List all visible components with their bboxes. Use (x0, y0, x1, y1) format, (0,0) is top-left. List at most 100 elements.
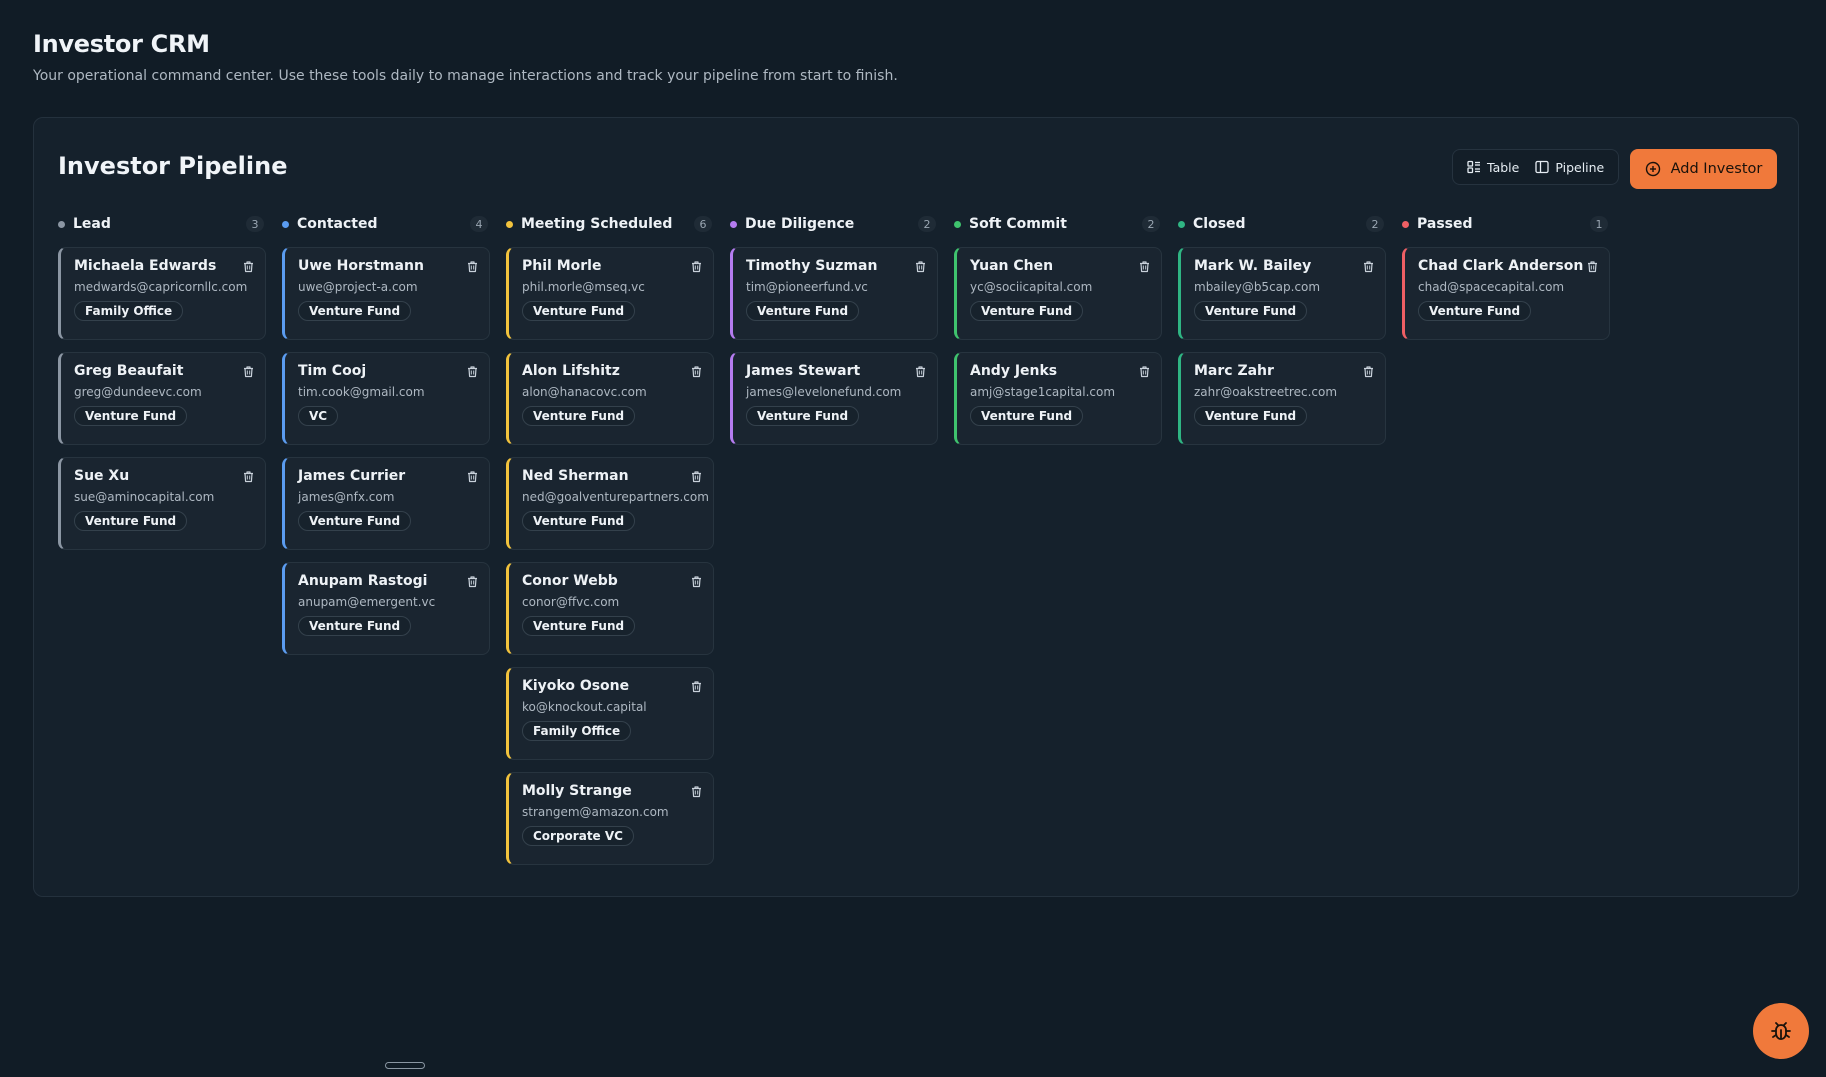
trash-icon[interactable] (690, 680, 703, 693)
investor-email: tim.cook@gmail.com (298, 385, 425, 399)
trash-icon[interactable] (1138, 365, 1151, 378)
investor-card[interactable]: Ned Sherman ned@goalventurepartners.com Ve… (506, 457, 714, 550)
pipeline-view-button[interactable]: Pipeline (1527, 160, 1612, 175)
column-count: 4 (470, 216, 488, 232)
view-toggle: Table Pipeline (1452, 149, 1620, 185)
investor-name: Michaela Edwards (74, 258, 217, 274)
pipeline-panel: Investor Pipeline Table Pipeline Add Inv… (33, 117, 1799, 897)
trash-icon[interactable] (242, 365, 255, 378)
add-investor-button[interactable]: Add Investor (1630, 149, 1777, 189)
investor-card[interactable]: Sue Xu sue@aminocapital.com Venture Fund (58, 457, 266, 550)
investor-name: Anupam Rastogi (298, 573, 428, 589)
trash-icon[interactable] (690, 575, 703, 588)
investor-card[interactable]: Andy Jenks amj@stage1capital.com Venture F… (954, 352, 1162, 445)
trash-icon[interactable] (690, 365, 703, 378)
trash-icon[interactable] (914, 365, 927, 378)
trash-icon[interactable] (690, 470, 703, 483)
scroll-handle[interactable] (385, 1062, 425, 1069)
investor-card[interactable]: Tim Cooj tim.cook@gmail.com VC (282, 352, 490, 445)
investor-card[interactable]: Conor Webb conor@ffvc.com Venture Fund (506, 562, 714, 655)
investor-type-tag: Venture Fund (298, 616, 412, 636)
column-header: Lead 3 (58, 213, 266, 235)
investor-type-tag: Venture Fund (522, 301, 636, 321)
investor-email: amj@stage1capital.com (970, 385, 1116, 399)
investor-name: Yuan Chen (970, 258, 1054, 274)
investor-type-tag: Venture Fund (522, 616, 636, 636)
investor-card[interactable]: Alon Lifshitz alon@hanacovc.com Venture Fu… (506, 352, 714, 445)
trash-icon[interactable] (242, 470, 255, 483)
column-title: Meeting Scheduled (521, 216, 673, 232)
page-title: Investor CRM (33, 30, 210, 58)
investor-email: james@nfx.com (298, 490, 395, 504)
investor-type-tag: Venture Fund (522, 406, 636, 426)
column-title: Lead (73, 216, 111, 232)
trash-icon[interactable] (466, 575, 479, 588)
pipeline-column-contacted: Contacted 4 Uwe Horstmann uwe@project-a.com… (282, 213, 490, 877)
investor-type-tag: Venture Fund (74, 406, 188, 426)
investor-type-tag: Venture Fund (970, 406, 1084, 426)
table-icon (1467, 160, 1480, 174)
trash-icon[interactable] (466, 260, 479, 273)
trash-icon[interactable] (242, 260, 255, 273)
trash-icon[interactable] (914, 260, 927, 273)
investor-type-tag: Venture Fund (298, 511, 412, 531)
stage-dot (506, 220, 513, 228)
investor-type-tag: Venture Fund (1418, 301, 1532, 321)
debug-fab-button[interactable] (1753, 1003, 1809, 1059)
page-header: Investor CRM Your operational command ce… (33, 30, 898, 84)
column-header: Meeting Scheduled 6 (506, 213, 714, 235)
investor-name: Marc Zahr (1194, 363, 1274, 379)
investor-type-tag: Venture Fund (970, 301, 1084, 321)
investor-type-tag: Venture Fund (74, 511, 188, 531)
investor-email: uwe@project-a.com (298, 280, 418, 294)
investor-card[interactable]: Kiyoko Osone ko@knockout.capital Family Of… (506, 667, 714, 760)
investor-email: medwards@capricornllc.com (74, 280, 248, 294)
investor-card[interactable]: Mark W. Bailey mbailey@b5cap.com Venture F… (1178, 247, 1386, 340)
trash-icon[interactable] (1586, 260, 1599, 273)
column-count: 3 (246, 216, 264, 232)
investor-card[interactable]: Anupam Rastogi anupam@emergent.vc Venture … (282, 562, 490, 655)
investor-card[interactable]: James Currier james@nfx.com Venture Fund (282, 457, 490, 550)
trash-icon[interactable] (690, 785, 703, 798)
investor-email: yc@sociicapital.com (970, 280, 1093, 294)
investor-card[interactable]: Chad Clark Anderson chad@spacecapital.com… (1402, 247, 1610, 340)
investor-card[interactable]: James Stewart james@levelonefund.com Ventu… (730, 352, 938, 445)
investor-card[interactable]: Phil Morle phil.morle@mseq.vc Venture Fund (506, 247, 714, 340)
column-title: Closed (1193, 216, 1246, 232)
stage-dot (954, 220, 961, 228)
trash-icon[interactable] (1362, 365, 1375, 378)
investor-type-tag: Venture Fund (1194, 301, 1308, 321)
investor-name: Conor Webb (522, 573, 618, 589)
trash-icon[interactable] (466, 470, 479, 483)
stage-dot (730, 220, 737, 228)
investor-card[interactable]: Yuan Chen yc@sociicapital.com Venture Fund (954, 247, 1162, 340)
investor-type-tag: Venture Fund (746, 301, 860, 321)
investor-type-tag: VC (298, 406, 339, 426)
investor-name: Kiyoko Osone (522, 678, 630, 694)
investor-card[interactable]: Molly Strange strangem@amazon.com Corporat… (506, 772, 714, 865)
investor-card[interactable]: Marc Zahr zahr@oakstreetrec.com Venture Fu… (1178, 352, 1386, 445)
investor-name: James Stewart (746, 363, 861, 379)
trash-icon[interactable] (1138, 260, 1151, 273)
table-view-button[interactable]: Table (1459, 160, 1527, 175)
column-count: 2 (1142, 216, 1160, 232)
trash-icon[interactable] (466, 365, 479, 378)
investor-name: Chad Clark Anderson (1418, 258, 1584, 274)
investor-email: sue@aminocapital.com (74, 490, 215, 504)
investor-card[interactable]: Michaela Edwards medwards@capricornllc.co… (58, 247, 266, 340)
stage-dot (282, 220, 289, 228)
columns-icon (1535, 160, 1549, 174)
investor-card[interactable]: Greg Beaufait greg@dundeevc.com Venture Fu… (58, 352, 266, 445)
trash-icon[interactable] (1362, 260, 1375, 273)
investor-card[interactable]: Uwe Horstmann uwe@project-a.com Venture Fu… (282, 247, 490, 340)
investor-type-tag: Family Office (74, 301, 184, 321)
plus-circle-icon (1645, 161, 1660, 177)
investor-type-tag: Venture Fund (746, 406, 860, 426)
pipeline-column-closed: Closed 2 Mark W. Bailey mbailey@b5cap.com Ve… (1178, 213, 1386, 877)
trash-icon[interactable] (690, 260, 703, 273)
investor-name: Uwe Horstmann (298, 258, 424, 274)
column-title: Contacted (297, 216, 378, 232)
investor-name: Greg Beaufait (74, 363, 184, 379)
investor-card[interactable]: Timothy Suzman tim@pioneerfund.vc Venture … (730, 247, 938, 340)
column-header: Soft Commit 2 (954, 213, 1162, 235)
